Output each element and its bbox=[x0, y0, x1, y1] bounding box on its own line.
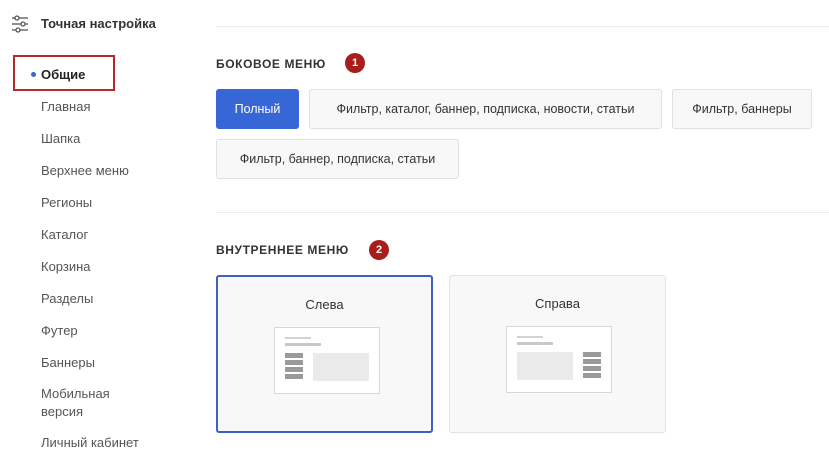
layout-right-preview-icon bbox=[506, 326, 612, 393]
side-menu-option-filter-banners[interactable]: Фильтр, баннеры bbox=[672, 89, 812, 129]
inner-menu-badge: 2 bbox=[369, 240, 389, 260]
inner-menu-option-left[interactable]: Слева bbox=[216, 275, 433, 433]
side-menu-option-full[interactable]: Полный bbox=[216, 89, 299, 129]
settings-sidebar: Точная настройка Общие Главная Шапка Вер… bbox=[0, 0, 190, 465]
sliders-icon bbox=[12, 15, 28, 33]
sidebar-item-sections[interactable]: Разделы bbox=[41, 290, 171, 308]
section-divider bbox=[216, 212, 829, 213]
layout-left-preview-icon bbox=[274, 327, 380, 394]
inner-menu-title: ВНУТРЕННЕЕ МЕНЮ bbox=[216, 243, 349, 257]
sidebar-item-account[interactable]: Личный кабинет bbox=[41, 434, 171, 452]
side-menu-option-filter-catalog[interactable]: Фильтр, каталог, баннер, подписка, новос… bbox=[309, 89, 662, 129]
sidebar-item-banners[interactable]: Баннеры bbox=[41, 354, 171, 372]
sidebar-item-catalog[interactable]: Каталог bbox=[41, 226, 171, 244]
sidebar-item-header[interactable]: Шапка bbox=[41, 130, 171, 148]
top-divider bbox=[216, 26, 829, 27]
side-menu-badge: 1 bbox=[345, 53, 365, 73]
side-menu-title: БОКОВОЕ МЕНЮ bbox=[216, 57, 326, 71]
sidebar-item-mobile[interactable]: Мобильная версия bbox=[41, 385, 131, 421]
sidebar-item-label: Общие bbox=[41, 67, 86, 82]
option-caption: Слева bbox=[305, 297, 344, 312]
sidebar-title: Точная настройка bbox=[41, 16, 156, 31]
sidebar-item-general[interactable]: Общие bbox=[13, 55, 115, 91]
sidebar-item-footer[interactable]: Футер bbox=[41, 322, 171, 340]
active-dot-icon bbox=[31, 72, 36, 77]
inner-menu-option-right[interactable]: Справа bbox=[449, 275, 666, 433]
option-caption: Справа bbox=[535, 296, 580, 311]
sidebar-item-top-menu[interactable]: Верхнее меню bbox=[41, 162, 171, 180]
sidebar-item-regions[interactable]: Регионы bbox=[41, 194, 171, 212]
side-menu-option-filter-banner-sub[interactable]: Фильтр, баннер, подписка, статьи bbox=[216, 139, 459, 179]
sidebar-header bbox=[10, 12, 30, 34]
sidebar-item-cart[interactable]: Корзина bbox=[41, 258, 171, 276]
sidebar-item-main[interactable]: Главная bbox=[41, 98, 171, 116]
